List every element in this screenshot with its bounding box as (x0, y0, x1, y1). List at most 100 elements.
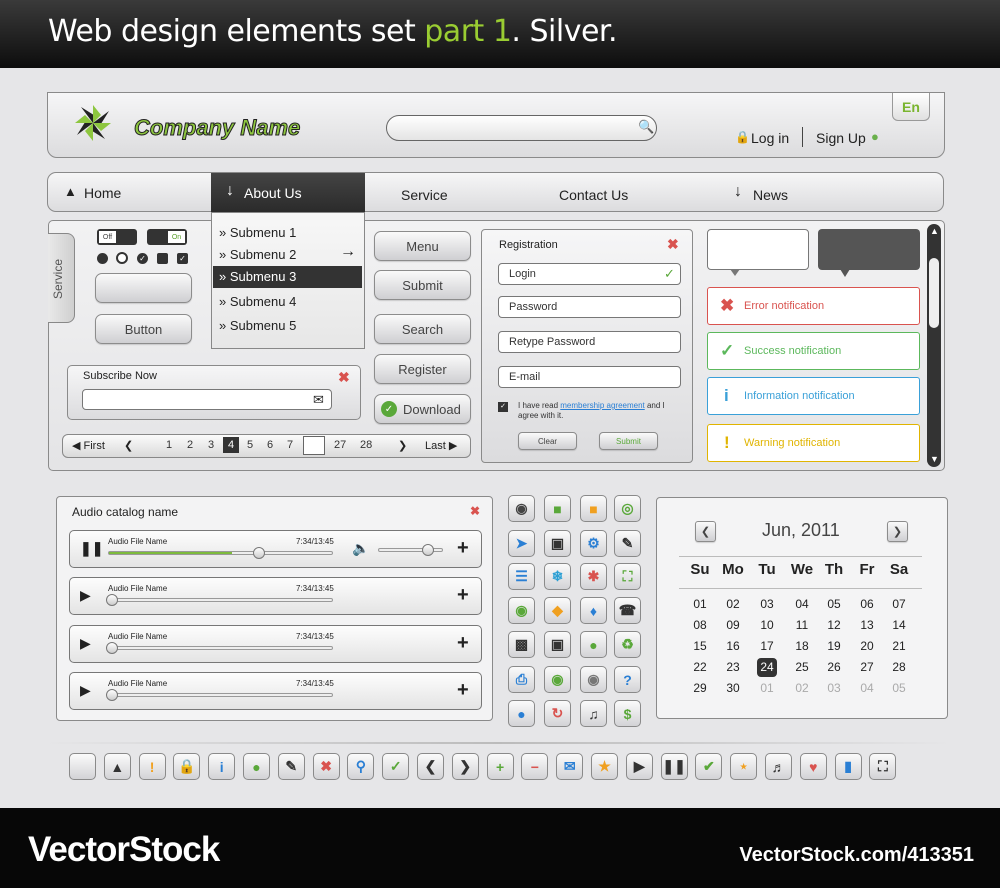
calendar-day[interactable]: 17 (752, 639, 782, 653)
pause-icon[interactable]: ❚❚ (660, 753, 688, 780)
bulb-icon[interactable]: ● (580, 631, 607, 658)
radio-filled[interactable] (97, 253, 108, 264)
progress-track[interactable] (108, 598, 333, 602)
mail-icon[interactable]: ✉ (556, 753, 584, 780)
search-icon[interactable]: ⚲ (347, 753, 375, 780)
prev-page-icon[interactable]: ❮ (124, 439, 133, 452)
chat-icon[interactable]: ■ (544, 495, 571, 522)
submenu-item[interactable]: » Submenu 1 (219, 225, 296, 240)
minus-icon[interactable]: − (521, 753, 549, 780)
calendar-day-selected[interactable]: 24 (757, 658, 777, 677)
plus-icon[interactable]: + (486, 753, 514, 780)
radio-empty[interactable] (116, 252, 128, 264)
login-field[interactable]: Login (498, 263, 681, 285)
blank-icon[interactable] (69, 753, 96, 780)
progress-knob[interactable] (253, 547, 265, 559)
calendar-day[interactable]: 11 (787, 618, 817, 632)
question-icon[interactable]: ? (614, 666, 641, 693)
folder-icon[interactable]: ■ (580, 495, 607, 522)
login-link[interactable]: Log in (751, 130, 789, 146)
calendar-prev-button[interactable]: ❮ (695, 521, 716, 542)
lock-icon[interactable]: 🔒 (173, 753, 201, 780)
volume-icon[interactable]: ♬ (765, 753, 792, 780)
submenu-item-active[interactable]: » Submenu 3 (213, 266, 362, 288)
calendar-day[interactable]: 28 (884, 660, 914, 674)
nav-about-us[interactable]: ↓ About Us (211, 173, 365, 213)
play-icon[interactable]: ▶ (625, 753, 653, 780)
submenu-item[interactable]: » Submenu 4 (219, 294, 296, 309)
calendar-day[interactable]: 08 (685, 618, 715, 632)
volume-knob[interactable] (422, 544, 434, 556)
calendar-day[interactable]: 16 (718, 639, 748, 653)
check-icon[interactable]: ✓ (382, 753, 410, 780)
eye-icon[interactable]: ◉ (544, 666, 571, 693)
retype-password-field[interactable]: Retype Password (498, 331, 681, 353)
submenu-item[interactable]: » Submenu 2 (219, 247, 296, 262)
calendar-day[interactable]: 07 (884, 597, 914, 611)
close-icon[interactable]: ✖ (338, 369, 350, 386)
calendar-day[interactable]: 02 (787, 681, 817, 695)
calendar-day[interactable]: 01 (752, 681, 782, 695)
pencil-icon[interactable]: ✎ (277, 753, 305, 780)
add-icon[interactable]: + (457, 537, 469, 560)
close-icon[interactable]: ✖ (667, 236, 679, 253)
exclamation-icon[interactable]: ! (138, 753, 166, 780)
calendar-day[interactable]: 21 (884, 639, 914, 653)
calendar-day[interactable]: 06 (852, 597, 882, 611)
rss-icon[interactable]: ⋆ (730, 753, 758, 780)
search-input[interactable] (386, 115, 657, 141)
calendar-day[interactable]: 05 (884, 681, 914, 695)
info-icon[interactable]: i (208, 753, 236, 780)
nav-home[interactable]: Home (84, 185, 121, 201)
printer-icon[interactable]: ⎙ (508, 666, 535, 693)
sliders-icon[interactable]: ☰ (508, 563, 535, 590)
calendar-day[interactable]: 15 (685, 639, 715, 653)
checkbox-checked[interactable]: ✓ (177, 253, 188, 264)
page-link-current[interactable]: 4 (223, 437, 239, 453)
pin-icon[interactable]: ➤ (508, 530, 535, 557)
search-icon[interactable]: 🔍 (638, 119, 654, 135)
fullscreen-icon[interactable]: ⛶ (869, 753, 897, 780)
calendar-day[interactable]: 25 (787, 660, 817, 674)
calendar-day[interactable]: 26 (819, 660, 849, 674)
agree-checkbox[interactable]: ✓ (498, 402, 508, 412)
email-field[interactable]: E-mail (498, 366, 681, 388)
gamepad-icon[interactable]: ● (508, 700, 535, 727)
close-icon[interactable]: ✖ (312, 753, 340, 780)
register-button[interactable]: Register (374, 354, 471, 384)
star-icon[interactable]: ★ (591, 753, 618, 780)
calendar-day[interactable]: 04 (787, 597, 817, 611)
button-generic[interactable]: Button (95, 314, 192, 344)
scroll-up-icon[interactable]: ▲ (930, 226, 939, 236)
calendar-day[interactable]: 03 (819, 681, 849, 695)
signup-link[interactable]: Sign Up (816, 130, 866, 146)
shield-icon[interactable]: ◆ (544, 597, 571, 624)
calendar-day[interactable]: 14 (884, 618, 914, 632)
play-icon[interactable]: ▶ (80, 635, 91, 652)
calendar-day[interactable]: 20 (852, 639, 882, 653)
camera-icon[interactable]: ◉ (508, 597, 535, 624)
password-field[interactable]: Password (498, 296, 681, 318)
page-link[interactable]: 5 (247, 439, 253, 451)
scrollbar[interactable]: ▲ ▼ (927, 224, 941, 467)
bar-chart-icon[interactable]: ▮ (834, 753, 862, 780)
play-icon[interactable]: ▶ (80, 682, 91, 699)
dollar-icon[interactable]: $ (614, 700, 641, 727)
toggle-on[interactable]: On (147, 229, 187, 245)
phone-icon[interactable]: ☎ (614, 597, 641, 624)
next-page-icon[interactable]: ❯ (398, 439, 407, 452)
search-button[interactable]: Search (374, 314, 471, 344)
progress-track[interactable] (108, 693, 333, 697)
user-icon[interactable]: ● (243, 753, 270, 780)
progress-knob[interactable] (106, 689, 118, 701)
music-icon[interactable]: ♫ (580, 700, 607, 727)
subscribe-email-input[interactable] (82, 389, 332, 410)
last-page-link[interactable]: Last ▶ (425, 439, 457, 452)
star-burst-icon[interactable]: ✱ (580, 563, 607, 590)
submit-button[interactable]: Submit (374, 270, 471, 300)
clear-button[interactable]: Clear (518, 432, 577, 450)
calendar-day[interactable]: 10 (752, 618, 782, 632)
registration-submit-button[interactable]: Submit (599, 432, 658, 450)
cart-icon[interactable]: ⛶ (614, 563, 641, 590)
calendar-day[interactable]: 19 (819, 639, 849, 653)
